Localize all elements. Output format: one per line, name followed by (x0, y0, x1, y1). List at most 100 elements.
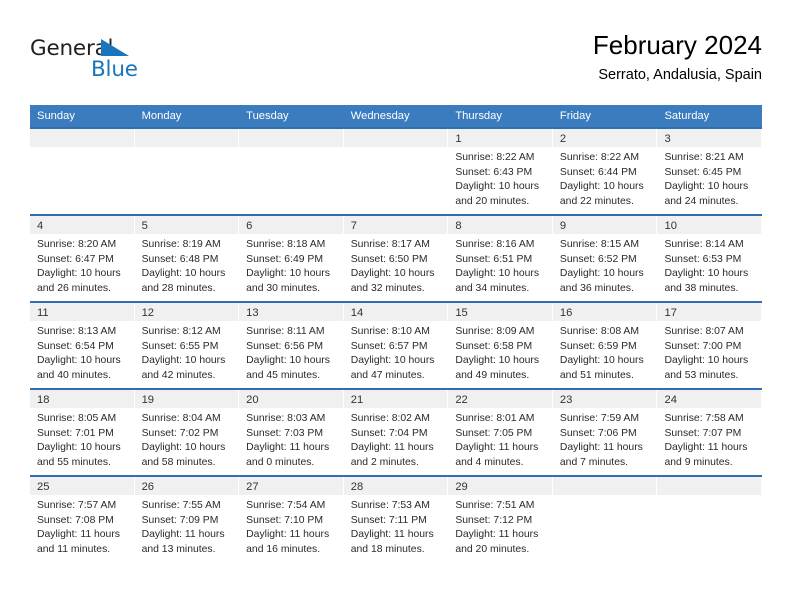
day-cell-empty (239, 129, 344, 214)
day-cell-24[interactable]: 24 Sunrise: 7:58 AM Sunset: 7:07 PM Dayligh… (657, 390, 763, 475)
day-detail-line: Sunset: 6:43 PM (455, 166, 533, 178)
title-block: February 2024 Serrato, Andalusia, Spain (593, 28, 762, 86)
calendar-week-row: 1 Sunrise: 8:22 AM Sunset: 6:43 PM Daylight… (30, 127, 763, 214)
weekday-header-wednesday: Wednesday (350, 110, 410, 122)
day-detail-line: Sunset: 6:44 PM (559, 166, 637, 178)
day-cell-18[interactable]: 18 Sunrise: 8:05 AM Sunset: 7:01 PM Dayligh… (30, 390, 135, 475)
day-number-band: 7 (343, 216, 449, 234)
day-cell-19[interactable]: 19 Sunrise: 8:04 AM Sunset: 7:02 PM Dayligh… (134, 390, 240, 475)
day-cell-8[interactable]: 8 Sunrise: 8:16 AM Sunset: 6:51 PM Daylight… (448, 216, 553, 301)
day-cell-29[interactable]: 29 Sunrise: 7:51 AM Sunset: 7:12 PM Dayligh… (448, 477, 553, 562)
day-details (30, 147, 135, 151)
day-details: Sunrise: 8:18 AM Sunset: 6:49 PM Daylight:… (239, 234, 344, 296)
logo-text-blue: Blue (91, 57, 138, 82)
day-cell-20[interactable]: 20 Sunrise: 8:03 AM Sunset: 7:03 PM Dayligh… (239, 390, 344, 475)
day-detail-line: Sunrise: 7:53 AM (350, 500, 430, 511)
day-details: Sunrise: 8:21 AM Sunset: 6:45 PM Daylight:… (657, 147, 762, 209)
day-cell-23[interactable]: 23 Sunrise: 7:59 AM Sunset: 7:06 PM Dayligh… (552, 390, 658, 475)
day-detail-line: Daylight: 10 hours (246, 268, 330, 280)
day-cell-25[interactable]: 25 Sunrise: 7:57 AM Sunset: 7:08 PM Dayligh… (30, 477, 135, 562)
day-detail-line: Daylight: 10 hours (37, 355, 121, 367)
day-cell-21[interactable]: 21 Sunrise: 8:02 AM Sunset: 7:04 PM Dayligh… (343, 390, 449, 475)
day-cell-26[interactable]: 26 Sunrise: 7:55 AM Sunset: 7:09 PM Dayligh… (134, 477, 240, 562)
day-cell-4[interactable]: 4 Sunrise: 8:20 AM Sunset: 6:47 PM Daylight… (30, 216, 135, 301)
day-details: Sunrise: 7:55 AM Sunset: 7:09 PM Daylight:… (135, 495, 240, 557)
calendar-week-row: 18 Sunrise: 8:05 AM Sunset: 7:01 PM Dayligh… (30, 388, 763, 475)
day-number-band: 11 (30, 303, 135, 321)
day-detail-line: Sunrise: 8:14 AM (664, 239, 744, 250)
day-detail-line: Sunset: 7:08 PM (37, 514, 114, 526)
day-cell-16[interactable]: 16 Sunrise: 8:08 AM Sunset: 6:59 PM Dayligh… (552, 303, 658, 388)
day-number: 20 (246, 394, 259, 406)
day-cell-22[interactable]: 22 Sunrise: 8:01 AM Sunset: 7:05 PM Dayligh… (448, 390, 553, 475)
day-detail-line: and 20 minutes. (455, 195, 530, 207)
day-detail-line: Daylight: 10 hours (455, 355, 540, 367)
day-detail-line: and 0 minutes. (246, 456, 315, 468)
day-number-band: 9 (552, 216, 658, 234)
day-detail-line: Daylight: 11 hours (455, 442, 539, 454)
day-number-band: 3 (657, 129, 763, 147)
day-number: 16 (559, 307, 573, 319)
weekday-header-tuesday: Tuesday (246, 110, 289, 122)
day-detail-line: Sunrise: 8:16 AM (455, 239, 535, 250)
day-detail-line: and 20 minutes. (455, 543, 530, 555)
day-number-band: 5 (134, 216, 240, 234)
day-number-band: 28 (343, 477, 449, 495)
calendar-week-row: 25 Sunrise: 7:57 AM Sunset: 7:08 PM Dayligh… (30, 475, 763, 562)
day-detail-line: Sunrise: 8:08 AM (559, 326, 640, 337)
day-cell-11[interactable]: 11 Sunrise: 8:13 AM Sunset: 6:54 PM Dayligh… (30, 303, 135, 388)
day-detail-line: and 4 minutes. (455, 456, 524, 468)
day-detail-line: Sunrise: 8:22 AM (455, 152, 535, 163)
day-cell-3[interactable]: 3 Sunrise: 8:21 AM Sunset: 6:45 PM Daylight… (657, 129, 763, 214)
day-cell-1[interactable]: 1 Sunrise: 8:22 AM Sunset: 6:43 PM Daylight… (448, 129, 553, 214)
day-detail-line: and 13 minutes. (141, 543, 216, 555)
calendar-weeks: 1 Sunrise: 8:22 AM Sunset: 6:43 PM Daylight… (30, 127, 763, 562)
day-cell-12[interactable]: 12 Sunrise: 8:12 AM Sunset: 6:55 PM Dayligh… (134, 303, 240, 388)
day-detail-line: and 11 minutes. (37, 543, 111, 555)
day-details: Sunrise: 8:01 AM Sunset: 7:05 PM Daylight:… (448, 408, 553, 470)
day-detail-line: Sunset: 7:12 PM (455, 514, 533, 526)
day-cell-28[interactable]: 28 Sunrise: 7:53 AM Sunset: 7:11 PM Dayligh… (343, 477, 449, 562)
day-number-band (134, 129, 240, 147)
day-details: Sunrise: 8:22 AM Sunset: 6:43 PM Daylight:… (448, 147, 553, 209)
calendar-page: General Blue February 2024 Serrato, Anda… (0, 0, 792, 612)
day-number: 29 (455, 481, 468, 493)
day-number-band: 23 (552, 390, 658, 408)
day-cell-17[interactable]: 17 Sunrise: 8:07 AM Sunset: 7:00 PM Dayligh… (657, 303, 763, 388)
day-details: Sunrise: 8:13 AM Sunset: 6:54 PM Daylight:… (30, 321, 135, 383)
day-number-band (239, 129, 344, 147)
day-detail-line: Daylight: 11 hours (559, 442, 643, 454)
day-detail-line: Sunset: 7:11 PM (350, 514, 427, 526)
day-number-band: 12 (134, 303, 240, 321)
day-cell-6[interactable]: 6 Sunrise: 8:18 AM Sunset: 6:49 PM Daylight… (239, 216, 344, 301)
day-detail-line: Sunset: 6:53 PM (664, 253, 742, 265)
weekday-header-friday: Friday (559, 110, 591, 122)
day-cell-10[interactable]: 10 Sunrise: 8:14 AM Sunset: 6:53 PM Dayligh… (657, 216, 763, 301)
general-blue-logo: General Blue (30, 36, 210, 92)
day-cell-14[interactable]: 14 Sunrise: 8:10 AM Sunset: 6:57 PM Dayligh… (343, 303, 449, 388)
day-detail-line: and 16 minutes. (246, 543, 321, 555)
day-number: 26 (141, 481, 155, 493)
day-details (553, 495, 658, 499)
day-number-band: 24 (657, 390, 763, 408)
day-cell-5[interactable]: 5 Sunrise: 8:19 AM Sunset: 6:48 PM Daylight… (134, 216, 240, 301)
day-detail-line: and 47 minutes. (350, 369, 425, 381)
day-number-band: 27 (239, 477, 344, 495)
day-detail-line: Sunset: 7:05 PM (455, 427, 533, 439)
day-details: Sunrise: 8:14 AM Sunset: 6:53 PM Daylight:… (657, 234, 762, 296)
day-detail-line: Sunrise: 7:54 AM (246, 500, 326, 511)
day-cell-2[interactable]: 2 Sunrise: 8:22 AM Sunset: 6:44 PM Daylight… (552, 129, 658, 214)
day-cell-7[interactable]: 7 Sunrise: 8:17 AM Sunset: 6:50 PM Daylight… (343, 216, 449, 301)
day-detail-line: Daylight: 10 hours (141, 442, 226, 454)
day-number: 8 (455, 220, 462, 232)
day-number-band: 18 (30, 390, 135, 408)
day-cell-13[interactable]: 13 Sunrise: 8:11 AM Sunset: 6:56 PM Dayligh… (239, 303, 344, 388)
day-number-band: 14 (343, 303, 449, 321)
day-detail-line: and 28 minutes. (141, 282, 216, 294)
day-detail-line: Daylight: 11 hours (141, 529, 225, 541)
day-cell-9[interactable]: 9 Sunrise: 8:15 AM Sunset: 6:52 PM Daylight… (552, 216, 658, 301)
day-cell-27[interactable]: 27 Sunrise: 7:54 AM Sunset: 7:10 PM Dayligh… (239, 477, 344, 562)
calendar-week-row: 11 Sunrise: 8:13 AM Sunset: 6:54 PM Dayligh… (30, 301, 763, 388)
day-cell-15[interactable]: 15 Sunrise: 8:09 AM Sunset: 6:58 PM Dayligh… (448, 303, 553, 388)
day-number-band: 15 (448, 303, 553, 321)
